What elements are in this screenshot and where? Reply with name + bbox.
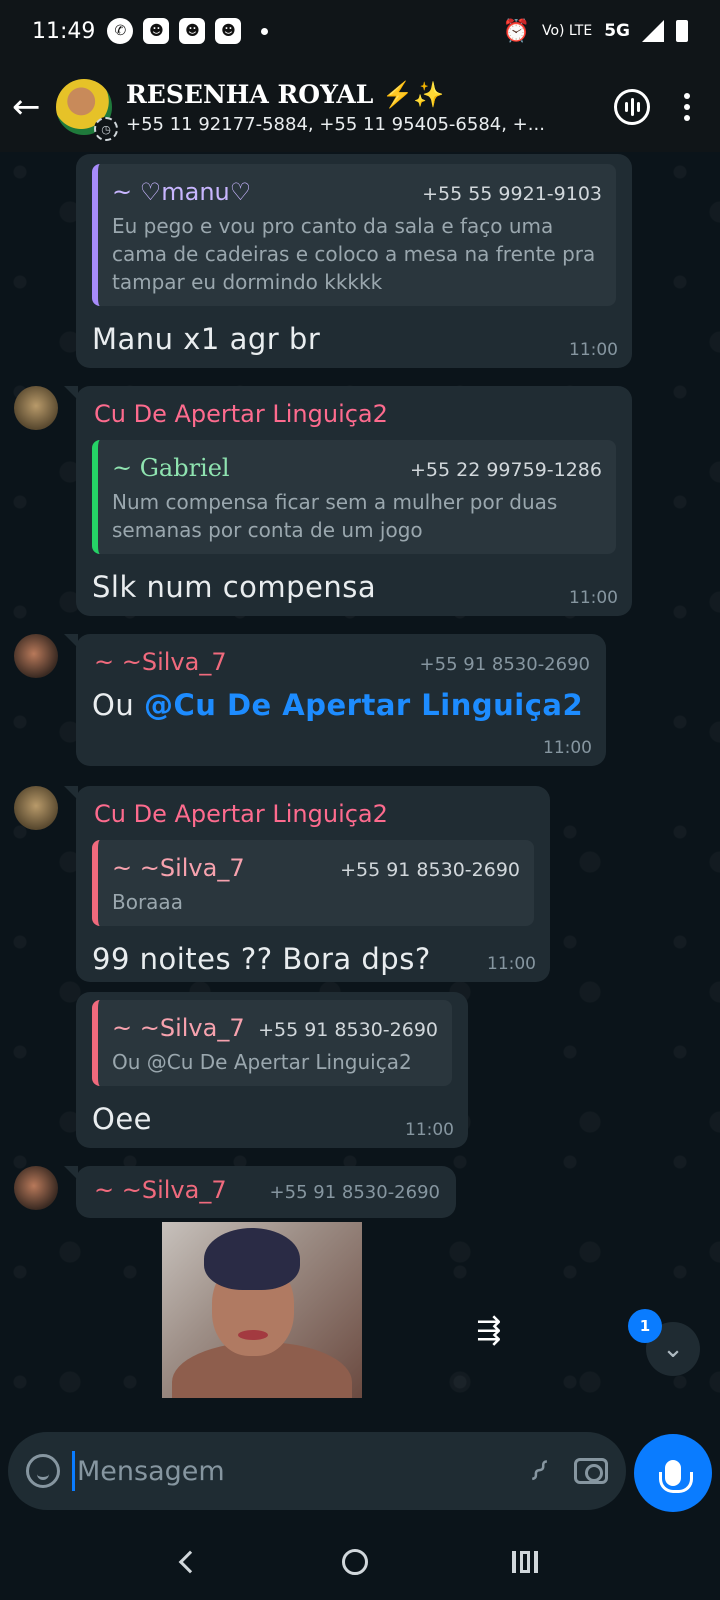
mention-link[interactable]: @Cu De Apertar Linguiça2 <box>144 688 583 722</box>
message-text: Ou @Cu De Apertar Linguiça2 <box>92 688 590 722</box>
text-cursor <box>72 1451 75 1491</box>
sender-phone: +55 91 8530-2690 <box>269 1182 440 1203</box>
volte-indicator: Vo) LTE <box>541 23 593 39</box>
quoted-message[interactable]: ~ ~Silva_7 +55 91 8530-2690 Boraaa <box>92 840 534 926</box>
image-message[interactable] <box>162 1222 362 1398</box>
message-text: Slk num compensa <box>92 570 377 604</box>
sticker-icon[interactable] <box>26 1454 60 1488</box>
message-prefix: Ou <box>92 688 144 722</box>
alarm-icon: ⏰ <box>502 18 530 44</box>
message-bubble[interactable]: Cu De Apertar Linguiça2 ~ Gabriel +55 22… <box>64 386 632 616</box>
quote-sender-name: ~ ~Silva_7 <box>112 1014 245 1042</box>
group-participants: +55 11 92177-5884, +55 11 95405-6584, +.… <box>126 113 545 135</box>
message-text: Manu x1 agr br <box>92 322 321 356</box>
nav-home-icon[interactable] <box>342 1549 368 1575</box>
quote-text: Ou @Cu De Apertar Linguiça2 <box>112 1050 412 1074</box>
message-time: 11:00 <box>569 340 618 360</box>
system-nav-bar <box>0 1524 720 1600</box>
notification-icon: ☻ <box>215 18 242 44</box>
voice-record-button[interactable] <box>634 1434 712 1512</box>
voice-chat-icon[interactable] <box>614 89 650 125</box>
sender-phone: +55 91 8530-2690 <box>419 654 590 675</box>
avatar[interactable] <box>14 1166 58 1210</box>
nav-back-icon[interactable] <box>178 1550 202 1574</box>
group-info[interactable]: RESENHA ROYAL ⚡✨ +55 11 92177-5884, +55 … <box>126 80 614 135</box>
quote-sender-phone: +55 55 9921-9103 <box>422 183 602 205</box>
message-time: 11:00 <box>487 954 536 974</box>
quoted-message[interactable]: ~ Gabriel +55 22 99759-1286 Num compensa… <box>92 440 616 554</box>
group-title: RESENHA ROYAL ⚡✨ <box>126 79 445 109</box>
group-avatar[interactable]: ◷ <box>56 79 118 141</box>
message-bubble[interactable]: ~ ♡manu♡ +55 55 9921-9103 Eu pego e vou … <box>76 154 632 368</box>
sender-name[interactable]: Cu De Apertar Linguiça2 <box>94 400 616 428</box>
sender-name[interactable]: ~ ~Silva_7 <box>94 1176 227 1204</box>
nav-recents-icon[interactable] <box>512 1551 538 1573</box>
sender-name[interactable]: Cu De Apertar Linguiça2 <box>94 800 534 828</box>
more-options-icon[interactable] <box>684 93 690 121</box>
message-text: 99 noites ?? Bora dps? <box>92 942 431 976</box>
message-bubble[interactable]: ~ ~Silva_7 +55 91 8530-2690 Ou @Cu De Ap… <box>76 992 468 1148</box>
bubble-tail <box>64 1166 78 1180</box>
message-composer: ⌇ <box>8 1432 626 1510</box>
battery-icon <box>676 20 688 42</box>
avatar[interactable] <box>14 786 58 830</box>
quote-text: Num compensa ficar sem a mulher por duas… <box>112 490 558 542</box>
quote-sender-name: ~ Gabriel <box>112 454 230 482</box>
quoted-message[interactable]: ~ ♡manu♡ +55 55 9921-9103 Eu pego e vou … <box>92 164 616 306</box>
quote-sender-phone: +55 91 8530-2690 <box>340 859 520 881</box>
message-bubble[interactable]: Cu De Apertar Linguiça2 ~ ~Silva_7 +55 9… <box>64 786 550 982</box>
message-time: 11:00 <box>405 1120 454 1140</box>
message-time: 11:00 <box>569 588 618 608</box>
camera-icon[interactable] <box>574 1458 608 1484</box>
unread-badge: 1 <box>628 1309 662 1343</box>
message-bubble[interactable]: ~ ~Silva_7 +55 91 8530-2690 <box>64 1166 456 1218</box>
status-icon: ◷ <box>94 117 118 141</box>
more-notifications-dot <box>261 27 269 35</box>
quote-text: Boraaa <box>112 890 183 914</box>
quote-sender-phone: +55 91 8530-2690 <box>258 1019 438 1041</box>
notification-icon: ☻ <box>143 18 170 44</box>
chat-header: ← ◷ RESENHA ROYAL ⚡✨ +55 11 92177-5884, … <box>0 62 720 152</box>
quoted-message[interactable]: ~ ~Silva_7 +55 91 8530-2690 Ou @Cu De Ap… <box>92 1000 452 1086</box>
sender-name[interactable]: ~ ~Silva_7 <box>94 648 227 676</box>
avatar[interactable] <box>14 386 58 430</box>
forward-icon[interactable]: ⇶ <box>466 1307 512 1353</box>
chat-area[interactable]: ~ ♡manu♡ +55 55 9921-9103 Eu pego e vou … <box>0 152 720 1414</box>
quote-sender-phone: +55 22 99759-1286 <box>409 459 602 481</box>
quote-sender-name: ~ ♡manu♡ <box>112 178 252 206</box>
attach-icon[interactable]: ⌇ <box>522 1453 556 1489</box>
bubble-tail <box>64 634 78 648</box>
message-text: Oee <box>92 1102 153 1136</box>
message-time: 11:00 <box>543 738 592 758</box>
microphone-icon <box>659 1460 693 1493</box>
quote-text: Eu pego e vou pro canto da sala e faço u… <box>112 214 596 294</box>
bubble-tail <box>64 386 78 400</box>
avatar[interactable] <box>14 634 58 678</box>
signal-icon <box>642 20 664 42</box>
notification-icon: ☻ <box>179 18 206 44</box>
status-bar: 11:49 ✆ ☻ ☻ ☻ ⏰ Vo) LTE 5G <box>0 0 720 62</box>
quote-sender-name: ~ ~Silva_7 <box>112 854 245 882</box>
message-bubble[interactable]: ~ ~Silva_7 +55 91 8530-2690 Ou @Cu De Ap… <box>64 634 606 766</box>
bubble-tail <box>64 786 78 800</box>
message-input[interactable] <box>77 1455 522 1487</box>
network-type: 5G <box>604 21 630 41</box>
back-arrow-icon[interactable]: ← <box>12 87 48 127</box>
clock: 11:49 <box>32 18 96 44</box>
whatsapp-notification-icon: ✆ <box>107 18 134 44</box>
